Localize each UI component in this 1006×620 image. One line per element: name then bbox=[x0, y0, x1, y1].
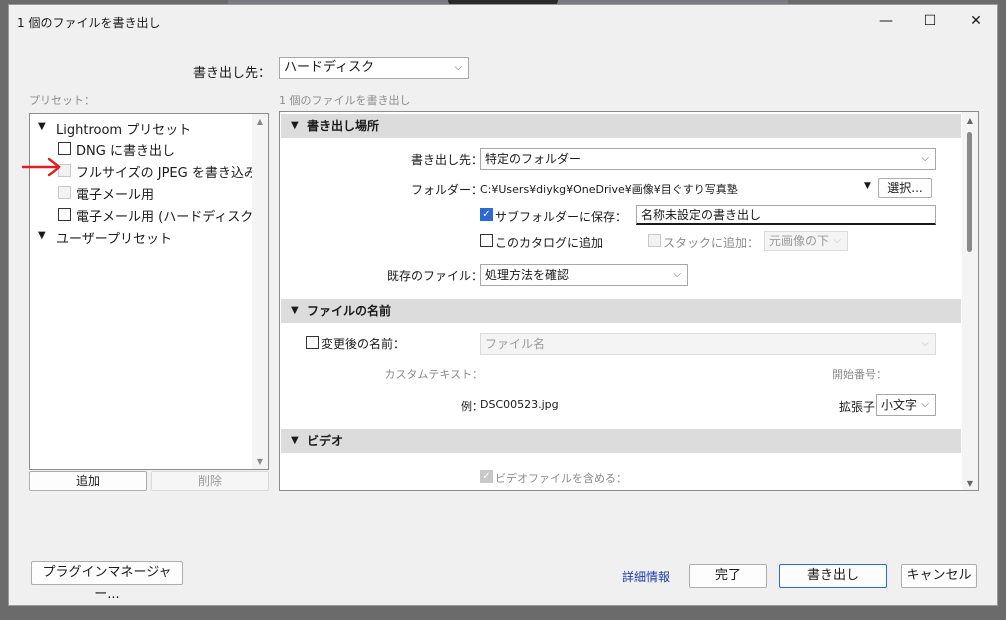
rename-template-dropdown[interactable]: ファイル名 ⌵ bbox=[480, 333, 936, 355]
scroll-down-icon[interactable]: ▼ bbox=[252, 457, 268, 466]
folder-menu-icon[interactable]: ▼ bbox=[864, 181, 871, 191]
extension-case-value: 小文字 bbox=[881, 398, 918, 412]
main-subtitle: 1 個のファイルを書き出し bbox=[279, 94, 411, 107]
chevron-down-icon: ⌵ bbox=[921, 399, 929, 410]
details-link[interactable]: 詳細情報 bbox=[622, 568, 670, 585]
preset-scrollbar[interactable]: ▲ ▼ bbox=[252, 114, 268, 469]
group-toggle-icon[interactable]: ▼ bbox=[38, 121, 46, 132]
chevron-down-icon: ⌵ bbox=[921, 338, 929, 349]
include-video-checkbox[interactable]: ✓ bbox=[480, 470, 493, 483]
add-preset-button[interactable]: 追加 bbox=[29, 471, 147, 491]
preset-group-user[interactable]: ユーザープリセット bbox=[56, 228, 172, 247]
done-button[interactable]: 完了 bbox=[689, 564, 767, 588]
annotation-arrow-icon bbox=[21, 157, 61, 177]
chevron-down-icon: ⌵ bbox=[921, 153, 929, 164]
export-dialog: 1 個のファイルを書き出し — ☐ ✕ 書き出し先： ハードディスク ⌵ プリセ… bbox=[8, 4, 998, 606]
cancel-button[interactable]: キャンセル bbox=[901, 564, 977, 588]
add-to-stack-checkbox[interactable] bbox=[648, 234, 661, 247]
choose-folder-button[interactable]: 選択... bbox=[878, 178, 932, 198]
preset-tree: ▼ Lightroom プリセット DNG に書き出し フルサイズの JPEG … bbox=[29, 113, 269, 470]
preset-item-full-jpeg[interactable]: フルサイズの JPEG を書き込み bbox=[76, 162, 257, 181]
chevron-down-icon: ⌵ bbox=[673, 269, 681, 280]
scroll-up-icon[interactable]: ▲ bbox=[252, 117, 268, 126]
group-toggle-icon[interactable]: ▼ bbox=[38, 230, 46, 241]
scroll-up-icon[interactable]: ▲ bbox=[962, 116, 978, 125]
maximize-button[interactable]: ☐ bbox=[919, 10, 941, 32]
window-title: 1 個のファイルを書き出し bbox=[17, 16, 161, 30]
add-to-stack-label: スタックに追加： bbox=[663, 236, 760, 250]
existing-files-dropdown[interactable]: 処理方法を確認 ⌵ bbox=[480, 264, 688, 286]
export-to-label: 書き出し先： bbox=[193, 66, 272, 81]
subfolder-name-input[interactable]: 名称未設定の書き出し bbox=[636, 205, 936, 225]
folder-path: C:¥Users¥diykg¥OneDrive¥画像¥目ぐすり写真塾 bbox=[480, 183, 738, 196]
section-header-naming[interactable]: ▼ ファイルの名前 bbox=[281, 299, 961, 323]
presets-label: プリセット： bbox=[29, 94, 95, 107]
preset-item-email[interactable]: 電子メール用 bbox=[76, 184, 154, 203]
preset-checkbox[interactable] bbox=[58, 186, 71, 199]
custom-text-label: カスタムテキスト： bbox=[384, 368, 483, 381]
add-to-catalog-label: このカタログに追加 bbox=[495, 236, 604, 250]
include-video-label: ビデオファイルを含める： bbox=[495, 472, 627, 485]
plugin-manager-button[interactable]: プラグインマネージャー... bbox=[31, 561, 183, 602]
close-button[interactable]: ✕ bbox=[965, 10, 987, 32]
subfolder-label: サブフォルダーに保存： bbox=[495, 210, 628, 224]
collapse-icon: ▼ bbox=[291, 435, 299, 446]
section-header-location[interactable]: ▼ 書き出し場所 bbox=[281, 114, 961, 138]
section-title: ファイルの名前 bbox=[307, 304, 392, 318]
preset-checkbox[interactable] bbox=[58, 208, 71, 221]
export-to-value: ハードディスク bbox=[284, 60, 375, 75]
rename-checkbox[interactable] bbox=[306, 336, 319, 349]
section-title: ビデオ bbox=[307, 434, 344, 448]
settings-panel: ▼ 書き出し場所 書き出し先： 特定のフォルダー ⌵ フォルダー： C:¥Use… bbox=[279, 111, 979, 491]
settings-scrollbar[interactable]: ▲ ▼ bbox=[962, 112, 978, 490]
preset-checkbox[interactable] bbox=[58, 142, 71, 155]
chevron-down-icon: ⌵ bbox=[454, 62, 462, 73]
chevron-down-icon: ⌵ bbox=[833, 235, 841, 246]
stack-position-value: 元画像の下 bbox=[769, 234, 830, 248]
stack-position-dropdown[interactable]: 元画像の下 ⌵ bbox=[764, 231, 848, 251]
rename-label: 変更後の名前： bbox=[321, 337, 406, 351]
collapse-icon: ▼ bbox=[291, 305, 299, 316]
section-title: 書き出し場所 bbox=[307, 119, 380, 133]
preset-item-email-hd[interactable]: 電子メール用 (ハードディスク) bbox=[76, 206, 258, 225]
subfolder-checkbox[interactable]: ✓ bbox=[480, 208, 493, 221]
location-export-to-dropdown[interactable]: 特定のフォルダー ⌵ bbox=[480, 148, 936, 170]
existing-files-label: 既存のファイル： bbox=[386, 269, 483, 283]
preset-item-dng[interactable]: DNG に書き出し bbox=[76, 140, 175, 159]
collapse-icon: ▼ bbox=[291, 120, 299, 131]
section-header-video[interactable]: ▼ ビデオ bbox=[281, 429, 961, 453]
delete-preset-button[interactable]: 削除 bbox=[151, 471, 269, 491]
export-to-dropdown[interactable]: ハードディスク ⌵ bbox=[279, 57, 469, 79]
extension-case-dropdown[interactable]: 小文字 ⌵ bbox=[876, 394, 936, 416]
minimize-button[interactable]: — bbox=[875, 10, 897, 32]
title-bar: 1 個のファイルを書き出し — ☐ ✕ bbox=[9, 5, 997, 37]
start-number-label: 開始番号： bbox=[832, 368, 887, 381]
folder-label: フォルダー： bbox=[410, 183, 483, 197]
location-export-to-value: 特定のフォルダー bbox=[485, 152, 582, 166]
preset-group-lightroom[interactable]: Lightroom プリセット bbox=[56, 119, 191, 138]
rename-template-value: ファイル名 bbox=[485, 337, 546, 351]
existing-files-value: 処理方法を確認 bbox=[485, 268, 570, 282]
export-button[interactable]: 書き出し bbox=[779, 564, 887, 588]
location-export-to-label: 書き出し先： bbox=[410, 153, 483, 167]
add-to-catalog-checkbox[interactable] bbox=[480, 234, 493, 247]
example-value: DSC00523.jpg bbox=[480, 398, 559, 411]
scrollbar-thumb[interactable] bbox=[967, 132, 972, 252]
scroll-down-icon[interactable]: ▼ bbox=[962, 479, 978, 488]
